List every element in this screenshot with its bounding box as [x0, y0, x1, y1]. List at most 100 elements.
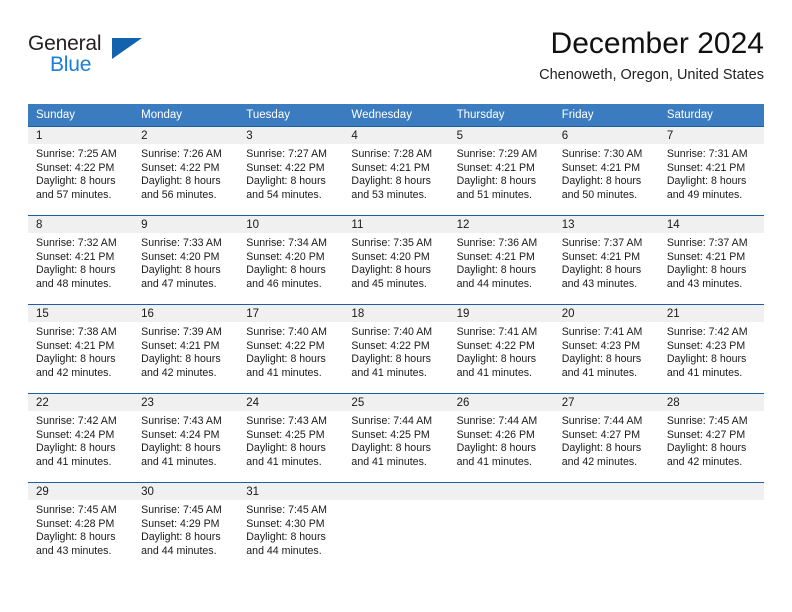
sunrise-time: Sunrise: 7:25 AM	[36, 148, 117, 160]
calendar-day-cell[interactable]: 4 Sunrise: 7:28 AM Sunset: 4:21 PM Daylight…	[343, 126, 449, 215]
daylight-duration-line1: Daylight: 8 hours	[246, 442, 326, 455]
daylight-duration-line1: Daylight: 8 hours	[246, 353, 326, 366]
daylight-duration-line1: Daylight: 8 hours	[456, 442, 537, 455]
day-cell-inner: 25 Sunrise: 7:44 AM Sunset: 4:25 PM Dayligh…	[343, 393, 449, 482]
calendar-day-cell[interactable]: 23 Sunrise: 7:43 AM Sunset: 4:24 PM Dayligh…	[133, 393, 239, 482]
sunset-time: Sunset: 4:21 PM	[561, 250, 641, 263]
day-details: Sunrise: 7:45 AM Sunset: 4:29 PM Daylight:…	[133, 500, 238, 558]
daylight-duration-line1: Daylight: 8 hours	[36, 175, 116, 188]
day-details: Sunrise: 7:43 AM Sunset: 4:24 PM Daylight:…	[133, 411, 238, 469]
day-number: 7	[658, 127, 764, 144]
calendar-empty-cell	[553, 482, 659, 571]
calendar-day-cell[interactable]: 27 Sunrise: 7:44 AM Sunset: 4:27 PM Dayligh…	[553, 393, 659, 482]
sunset-time: Sunset: 4:21 PM	[666, 161, 746, 174]
calendar-day-cell[interactable]: 11 Sunrise: 7:35 AM Sunset: 4:20 PM Dayligh…	[343, 215, 449, 304]
calendar-day-cell[interactable]: 5 Sunrise: 7:29 AM Sunset: 4:21 PM Daylight…	[448, 126, 554, 215]
calendar-day-cell[interactable]: 28 Sunrise: 7:45 AM Sunset: 4:27 PM Dayligh…	[658, 393, 764, 482]
daylight-duration-line1: Daylight: 8 hours	[351, 175, 431, 188]
day-number: 14	[658, 216, 764, 233]
sunrise-time: Sunrise: 7:42 AM	[36, 415, 117, 427]
calendar-day-cell[interactable]: 7 Sunrise: 7:31 AM Sunset: 4:21 PM Daylight…	[658, 126, 764, 215]
calendar-day-cell[interactable]: 10 Sunrise: 7:34 AM Sunset: 4:20 PM Dayligh…	[238, 215, 344, 304]
daylight-duration-line1: Daylight: 8 hours	[36, 353, 116, 366]
daylight-duration-line2: and 47 minutes.	[141, 277, 217, 290]
weekday-header-sunday: Sunday	[28, 104, 134, 126]
sunset-time: Sunset: 4:27 PM	[666, 428, 746, 441]
daylight-duration-line2: and 43 minutes.	[561, 277, 638, 290]
calendar-day-cell[interactable]: 19 Sunrise: 7:41 AM Sunset: 4:22 PM Dayligh…	[448, 304, 554, 393]
weekday-header-monday: Monday	[133, 104, 239, 126]
daylight-duration-line2: and 41 minutes.	[666, 366, 743, 379]
daylight-duration-line1: Daylight: 8 hours	[36, 531, 116, 544]
weekday-header-thursday: Thursday	[448, 104, 554, 126]
calendar-week-row: 29 Sunrise: 7:45 AM Sunset: 4:28 PM Dayligh…	[28, 482, 764, 571]
calendar-day-cell[interactable]: 17 Sunrise: 7:40 AM Sunset: 4:22 PM Dayligh…	[238, 304, 344, 393]
day-cell-inner: 24 Sunrise: 7:43 AM Sunset: 4:25 PM Dayligh…	[238, 393, 344, 482]
calendar-day-cell[interactable]: 14 Sunrise: 7:37 AM Sunset: 4:21 PM Dayligh…	[658, 215, 764, 304]
calendar-day-cell[interactable]: 9 Sunrise: 7:33 AM Sunset: 4:20 PM Daylight…	[133, 215, 239, 304]
sunset-time: Sunset: 4:20 PM	[246, 250, 325, 263]
day-number: 10	[238, 216, 344, 233]
daylight-duration-line2: and 41 minutes.	[246, 366, 322, 379]
daylight-duration-line1: Daylight: 8 hours	[561, 264, 642, 277]
calendar-day-cell[interactable]: 1 Sunrise: 7:25 AM Sunset: 4:22 PM Daylight…	[28, 126, 134, 215]
day-cell-inner: 27 Sunrise: 7:44 AM Sunset: 4:27 PM Dayligh…	[553, 393, 659, 482]
general-blue-logo[interactable]: General Blue	[28, 32, 148, 84]
day-number: 6	[553, 127, 659, 144]
day-number	[658, 483, 764, 500]
brand-name-blue: Blue	[50, 53, 92, 76]
day-number: 16	[133, 305, 239, 322]
calendar-day-cell[interactable]: 22 Sunrise: 7:42 AM Sunset: 4:24 PM Dayligh…	[28, 393, 134, 482]
day-cell-inner: 23 Sunrise: 7:43 AM Sunset: 4:24 PM Dayligh…	[133, 393, 239, 482]
day-cell-inner: 9 Sunrise: 7:33 AM Sunset: 4:20 PM Daylight…	[133, 215, 239, 304]
daylight-duration-line2: and 43 minutes.	[666, 277, 743, 290]
calendar-header-row: Sunday Monday Tuesday Wednesday Thursday…	[28, 104, 764, 126]
daylight-duration-line2: and 50 minutes.	[561, 188, 638, 201]
calendar-day-cell[interactable]: 31 Sunrise: 7:45 AM Sunset: 4:30 PM Dayligh…	[238, 482, 344, 571]
daylight-duration-line2: and 41 minutes.	[246, 455, 322, 468]
day-details: Sunrise: 7:44 AM Sunset: 4:27 PM Daylight:…	[554, 411, 659, 469]
sunset-time: Sunset: 4:21 PM	[351, 161, 430, 174]
calendar-day-cell[interactable]: 6 Sunrise: 7:30 AM Sunset: 4:21 PM Daylight…	[553, 126, 659, 215]
calendar-day-cell[interactable]: 3 Sunrise: 7:27 AM Sunset: 4:22 PM Daylight…	[238, 126, 344, 215]
calendar-day-cell[interactable]: 15 Sunrise: 7:38 AM Sunset: 4:21 PM Dayligh…	[28, 304, 134, 393]
daylight-duration-line2: and 56 minutes.	[141, 188, 217, 201]
calendar-day-cell[interactable]: 21 Sunrise: 7:42 AM Sunset: 4:23 PM Dayligh…	[658, 304, 764, 393]
daylight-duration-line2: and 44 minutes.	[456, 277, 532, 290]
sunrise-time: Sunrise: 7:35 AM	[351, 237, 433, 249]
day-details: Sunrise: 7:37 AM Sunset: 4:21 PM Daylight:…	[554, 233, 659, 291]
daylight-duration-line1: Daylight: 8 hours	[246, 264, 326, 277]
daylight-duration-line1: Daylight: 8 hours	[666, 264, 747, 277]
day-details: Sunrise: 7:25 AM Sunset: 4:22 PM Daylight:…	[28, 144, 133, 202]
calendar-day-cell[interactable]: 18 Sunrise: 7:40 AM Sunset: 4:22 PM Dayligh…	[343, 304, 449, 393]
sunrise-time: Sunrise: 7:40 AM	[246, 326, 327, 338]
calendar-day-cell[interactable]: 29 Sunrise: 7:45 AM Sunset: 4:28 PM Dayligh…	[28, 482, 134, 571]
calendar-day-cell[interactable]: 26 Sunrise: 7:44 AM Sunset: 4:26 PM Dayligh…	[448, 393, 554, 482]
day-details: Sunrise: 7:32 AM Sunset: 4:21 PM Daylight:…	[28, 233, 133, 291]
calendar-day-cell[interactable]: 30 Sunrise: 7:45 AM Sunset: 4:29 PM Dayligh…	[133, 482, 239, 571]
day-details: Sunrise: 7:44 AM Sunset: 4:26 PM Daylight:…	[449, 411, 554, 469]
sunrise-time: Sunrise: 7:33 AM	[141, 237, 222, 249]
sunset-time: Sunset: 4:23 PM	[666, 339, 746, 352]
calendar-day-cell[interactable]: 24 Sunrise: 7:43 AM Sunset: 4:25 PM Dayligh…	[238, 393, 344, 482]
calendar-day-cell[interactable]: 12 Sunrise: 7:36 AM Sunset: 4:21 PM Dayligh…	[448, 215, 554, 304]
day-details: Sunrise: 7:30 AM Sunset: 4:21 PM Daylight:…	[554, 144, 659, 202]
calendar-day-cell[interactable]: 16 Sunrise: 7:39 AM Sunset: 4:21 PM Dayligh…	[133, 304, 239, 393]
calendar-week-row: 8 Sunrise: 7:32 AM Sunset: 4:21 PM Daylight…	[28, 215, 764, 304]
calendar-day-cell[interactable]: 13 Sunrise: 7:37 AM Sunset: 4:21 PM Dayligh…	[553, 215, 659, 304]
daylight-duration-line2: and 49 minutes.	[666, 188, 743, 201]
daylight-duration-line1: Daylight: 8 hours	[666, 353, 747, 366]
daylight-duration-line1: Daylight: 8 hours	[561, 442, 642, 455]
calendar-day-cell[interactable]: 2 Sunrise: 7:26 AM Sunset: 4:22 PM Daylight…	[133, 126, 239, 215]
calendar-day-cell[interactable]: 25 Sunrise: 7:44 AM Sunset: 4:25 PM Dayligh…	[343, 393, 449, 482]
day-details: Sunrise: 7:40 AM Sunset: 4:22 PM Daylight:…	[343, 322, 448, 380]
daylight-duration-line1: Daylight: 8 hours	[141, 442, 221, 455]
calendar-day-cell[interactable]: 8 Sunrise: 7:32 AM Sunset: 4:21 PM Daylight…	[28, 215, 134, 304]
sunrise-time: Sunrise: 7:36 AM	[456, 237, 538, 249]
day-cell-inner	[658, 482, 764, 571]
sunset-time: Sunset: 4:21 PM	[456, 250, 535, 263]
sunset-time: Sunset: 4:25 PM	[351, 428, 430, 441]
daylight-duration-line2: and 41 minutes.	[351, 366, 427, 379]
calendar-day-cell[interactable]: 20 Sunrise: 7:41 AM Sunset: 4:23 PM Dayligh…	[553, 304, 659, 393]
daylight-duration-line1: Daylight: 8 hours	[141, 353, 221, 366]
